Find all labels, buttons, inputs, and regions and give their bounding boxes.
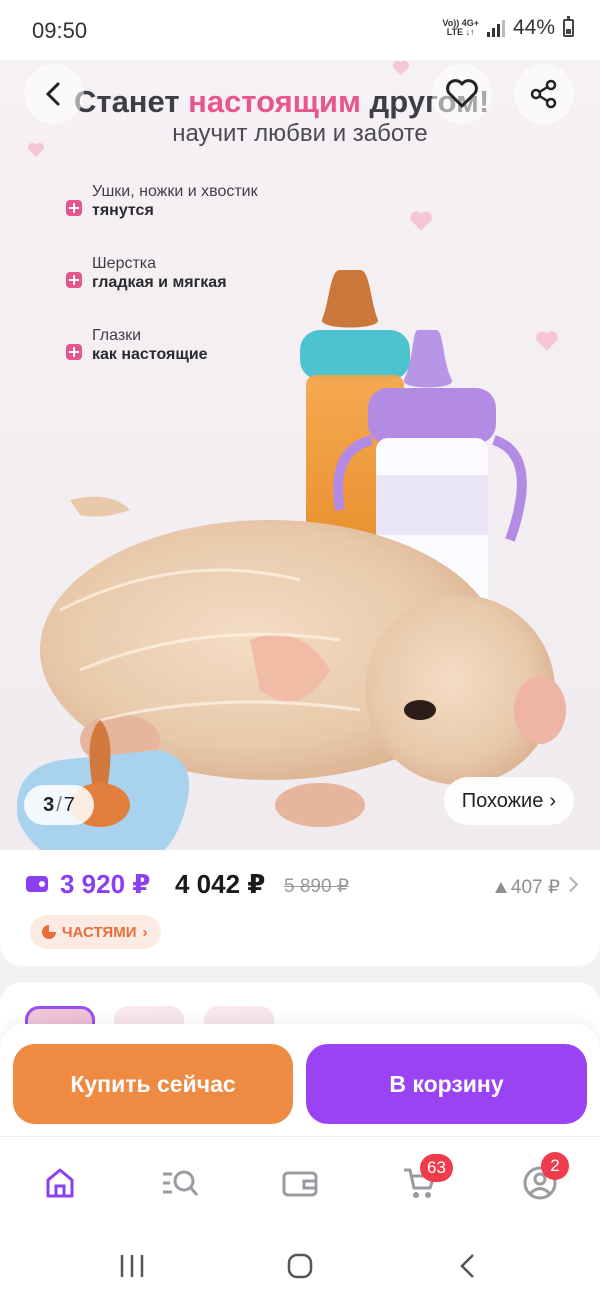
bottom-nav: 63 2 <box>0 1136 600 1232</box>
similar-button[interactable]: Похожие › <box>443 777 574 825</box>
heart-decoration-icon <box>393 60 409 76</box>
pie-chart-icon <box>42 925 56 939</box>
chevron-right-icon[interactable] <box>562 876 579 893</box>
banner-title: Станет настоящим другом! <box>74 84 490 119</box>
recents-icon <box>120 1255 144 1277</box>
system-nav <box>0 1232 600 1299</box>
back-arrow-icon <box>45 82 60 106</box>
status-time: 09:50 <box>32 18 88 43</box>
cart-badge: 63 <box>420 1154 453 1182</box>
feature-item: Ушки, ножки и хвостик тянутся <box>66 182 258 220</box>
nav-catalog[interactable] <box>158 1161 202 1205</box>
profile-badge: 2 <box>541 1152 569 1180</box>
back-icon <box>460 1254 474 1278</box>
chevron-right-icon: › <box>142 923 148 941</box>
product-photo <box>16 270 566 850</box>
chevron-right-icon: › <box>549 789 556 812</box>
feature-value: тянутся <box>92 202 154 219</box>
share-icon <box>530 79 557 109</box>
action-bar: Купить сейчас В корзину <box>0 1024 600 1136</box>
catalog-search-icon <box>163 1170 199 1196</box>
banner-subtitle: научит любви и заботе <box>172 120 428 147</box>
add-to-cart-button[interactable]: В корзину <box>306 1044 587 1124</box>
wallet-icon <box>26 876 48 892</box>
installments-button[interactable]: ЧАСТЯМИ › <box>30 915 162 949</box>
old-price: 5 890 ₽ <box>284 876 349 897</box>
wallet-price: 3 920 ₽ <box>60 869 151 899</box>
triangle-up-icon <box>494 882 507 893</box>
buy-now-button[interactable]: Купить сейчас <box>13 1044 293 1124</box>
price-history-button[interactable]: 407 ₽ <box>494 876 560 899</box>
plus-icon <box>66 200 82 216</box>
nav-home[interactable] <box>38 1161 82 1205</box>
battery-percent: 44% <box>512 16 555 39</box>
favorite-button[interactable] <box>432 64 492 124</box>
product-image[interactable]: Станет настоящим другом! научит любви и … <box>0 60 600 850</box>
share-button[interactable] <box>514 64 574 124</box>
current-price: 4 042 ₽ <box>175 869 266 899</box>
network-indicator: Vo)) 4G+ LTE ↓↑ <box>442 18 479 37</box>
heart-decoration-icon <box>410 211 432 231</box>
recents-button[interactable] <box>112 1246 152 1286</box>
status-bar: 09:50 Vo)) 4G+ LTE ↓↑ 44% <box>0 0 600 60</box>
status-indicators: Vo)) 4G+ LTE ↓↑ 44% <box>442 16 574 40</box>
nav-wallet[interactable] <box>278 1161 322 1205</box>
price-card: 3 920 ₽ 4 042 ₽ 5 890 ₽ 407 ₽ ЧАСТЯМИ › <box>0 850 600 966</box>
signal-icon <box>486 19 505 37</box>
home-icon <box>46 1168 74 1198</box>
system-home-button[interactable] <box>280 1246 320 1286</box>
gallery-counter: 3/7 <box>24 785 94 825</box>
home-circle-icon <box>287 1253 313 1279</box>
heart-icon <box>446 79 478 108</box>
price-diff: 407 ₽ <box>510 877 560 898</box>
system-back-button[interactable] <box>448 1246 488 1286</box>
feature-label: Ушки, ножки и хвостик <box>92 183 258 200</box>
battery-icon <box>563 16 574 37</box>
back-button[interactable] <box>24 64 84 124</box>
wallet-icon <box>282 1171 318 1197</box>
